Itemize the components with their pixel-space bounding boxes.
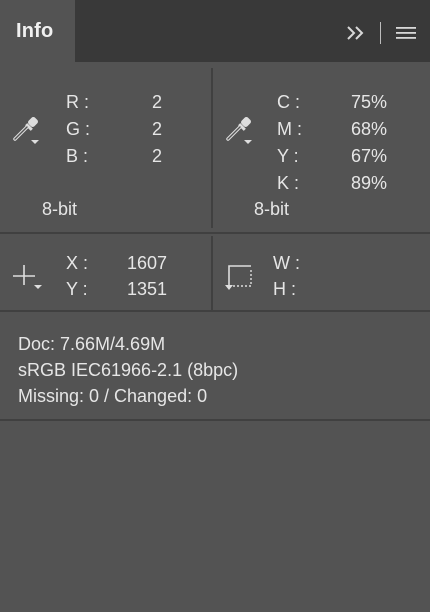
x-label: X : [66,253,89,273]
y-position-value: 1351 [126,279,167,299]
divider-vertical-bottom [211,236,213,310]
toolbar-separator [380,22,381,44]
hamburger-menu-icon[interactable] [396,26,416,40]
divider-horizontal-3 [0,419,430,421]
m-value: 68% [350,119,387,139]
c-value: 75% [350,92,387,112]
cmyk-bit-depth: 8-bit [254,199,290,219]
rgb-bit-depth: 8-bit [42,199,78,219]
c-label: C : [277,92,301,112]
divider-horizontal-2 [0,310,430,312]
crosshair-icon[interactable] [12,262,44,292]
y-value: 67% [350,146,387,166]
y-position-label: Y : [66,279,88,299]
w-label: W : [273,253,300,273]
doc-size-text: Doc: 7.66M/4.69M [18,334,166,354]
h-label: H : [273,279,297,299]
g-value: 2 [151,119,162,139]
divider-vertical-top [211,68,213,228]
tab-info-label: Info [16,20,54,42]
y-label: Y : [277,146,299,166]
divider-horizontal-1 [0,232,430,234]
color-profile-text: sRGB IEC61966-2.1 (8bpc) [18,360,239,380]
k-label: K : [277,173,300,193]
eyedropper-icon[interactable] [12,116,42,146]
g-label: G : [66,119,91,139]
selection-size-icon [225,265,252,290]
b-value: 2 [151,146,162,166]
tab-info[interactable]: Info [0,0,75,62]
k-value: 89% [350,173,387,193]
b-label: B : [66,146,89,166]
panel-tab-bar: Info [0,0,430,62]
m-label: M : [277,119,302,139]
fonts-status-text: Missing: 0 / Changed: 0 [18,386,208,406]
double-chevron-right-icon[interactable] [346,24,368,42]
x-value: 1607 [126,253,167,273]
eyedropper-icon[interactable] [225,116,255,146]
r-label: R : [66,92,90,112]
r-value: 2 [151,92,162,112]
